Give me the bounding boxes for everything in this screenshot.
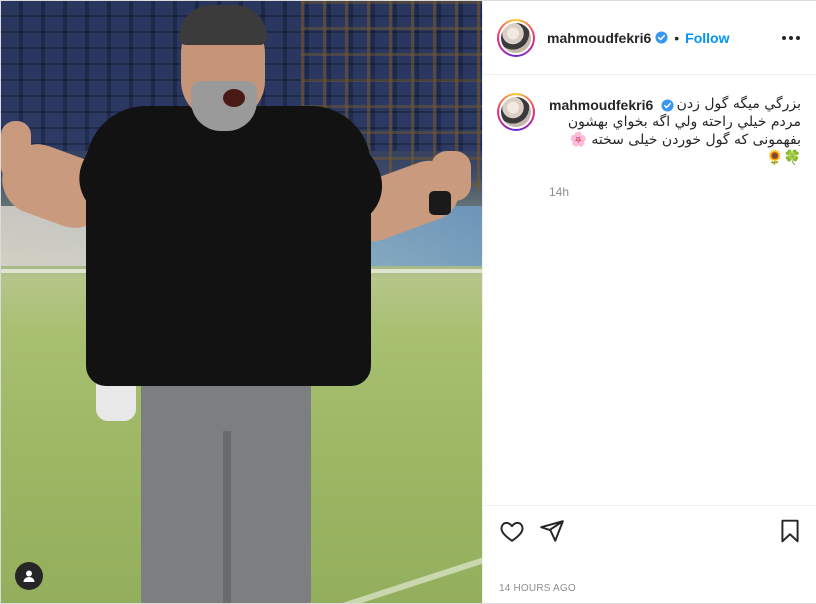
follow-button[interactable]: Follow [685,30,729,46]
heart-icon[interactable] [499,518,525,544]
bookmark-icon[interactable] [777,518,803,544]
wrist-watch [429,191,451,215]
post-photo[interactable] [1,1,482,603]
paper-plane-icon[interactable] [539,518,565,544]
man-black-shirt [86,106,371,386]
caption-relative-time[interactable]: 14h [549,185,569,199]
post-side-panel: mahmoudfekri6 • Follow mahmoudfekri6 بزر… [482,1,816,603]
separator-dot: • [674,29,680,46]
verified-badge-icon [661,99,674,112]
instagram-post: mahmoudfekri6 • Follow mahmoudfekri6 بزر… [0,0,816,604]
caption-username[interactable]: mahmoudfekri6 [549,97,653,113]
verified-badge-icon [655,31,668,44]
author-avatar[interactable] [497,18,535,57]
more-options-icon[interactable] [779,28,803,48]
action-bar [483,505,816,555]
user-tag-icon[interactable] [15,562,43,590]
caption-avatar[interactable] [497,93,535,131]
post-header: mahmoudfekri6 • Follow [483,1,816,75]
post-timestamp[interactable]: 14 HOURS AGO [499,583,576,594]
author-username[interactable]: mahmoudfekri6 [547,30,651,46]
